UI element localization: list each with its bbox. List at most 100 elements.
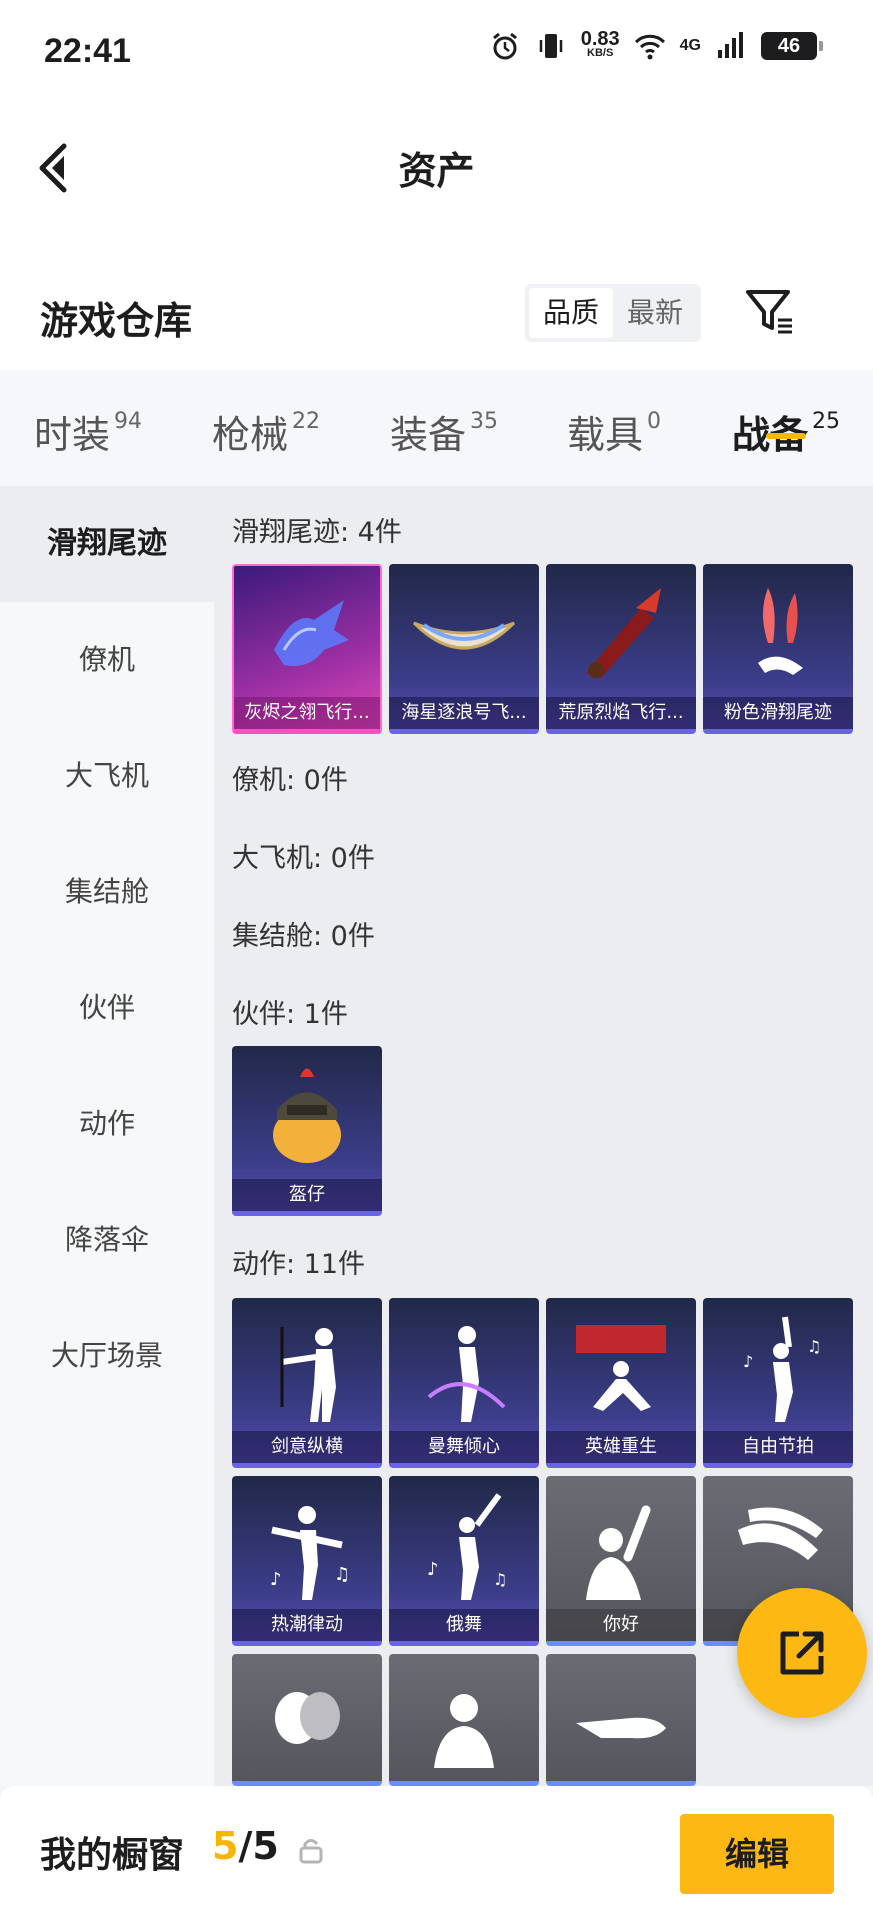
status-bar: 22:41 0.83 KB/S 4G 46 — [0, 0, 873, 100]
wifi-icon — [634, 34, 665, 60]
vibrate-icon — [539, 34, 562, 58]
tab-label: 装备 — [390, 413, 467, 457]
group-label-wingman: 僚机: 0件 — [232, 765, 348, 796]
glove-wings-icon — [274, 600, 349, 666]
group-label-pod: 集结舱: 0件 — [232, 921, 375, 952]
item-tile[interactable] — [232, 1654, 382, 1786]
sword-pose-icon — [280, 1327, 336, 1422]
sidebar-item-assembly-pod[interactable]: 集结舱 — [0, 834, 214, 950]
edit-button[interactable]: 编辑 — [680, 1814, 834, 1894]
clap-icon — [738, 1507, 823, 1560]
item-tile[interactable]: ♪ ♫ 热潮律动 — [232, 1476, 382, 1646]
svg-text:♫: ♫ — [493, 1570, 507, 1589]
item-name: 自由节拍 — [703, 1431, 853, 1463]
tab-label: 枪械 — [212, 413, 289, 457]
filter-icon[interactable] — [742, 284, 798, 340]
tab-label: 载具 — [567, 413, 644, 457]
item-tile[interactable]: 海星逐浪号飞... — [389, 564, 539, 734]
dance-pose-icon — [427, 1326, 506, 1422]
item-name: 灰烬之翎飞行... — [234, 697, 380, 729]
head-turn-icon — [275, 1692, 340, 1744]
share-button[interactable] — [737, 1588, 867, 1718]
tab-vehicles[interactable]: 载具 0 — [567, 370, 661, 459]
item-tile[interactable]: 曼舞倾心 — [389, 1298, 539, 1468]
group-label-plane: 大飞机: 0件 — [232, 843, 375, 874]
chick-helmet-icon — [273, 1068, 341, 1163]
item-tile[interactable]: 粉色滑翔尾迹 — [703, 564, 853, 734]
showcase-count: 5/5 — [212, 1824, 279, 1868]
item-tile[interactable]: 荒原烈焰飞行... — [546, 564, 696, 734]
group-label-partner: 伙伴: 1件 — [232, 999, 348, 1030]
lock-icon — [299, 1839, 323, 1864]
subcategory-sidebar: 滑翔尾迹 僚机 大飞机 集结舱 伙伴 动作 降落伞 大厅场景 — [0, 486, 214, 1786]
flame-rocket-icon — [586, 588, 661, 678]
network-speed: 0.83 KB/S — [581, 29, 620, 60]
svg-text:♪: ♪ — [743, 1352, 753, 1371]
status-time: 22:41 — [44, 32, 131, 70]
item-tile[interactable]: 英雄重生 — [546, 1298, 696, 1468]
item-tile[interactable]: 你好 — [546, 1476, 696, 1646]
network-type: 4G — [679, 37, 701, 54]
warehouse-header: 游戏仓库 品质 最新 — [0, 270, 873, 370]
active-tab-indicator — [766, 433, 806, 439]
tab-fashion[interactable]: 时装 94 — [34, 370, 142, 459]
item-tile[interactable]: 灰烬之翎飞行... — [232, 564, 382, 734]
showcase-bar: 我的橱窗 5/5 编辑 — [0, 1786, 873, 1920]
tab-equipment[interactable]: 装备 35 — [390, 370, 498, 459]
showcase-count-current: 5 — [212, 1824, 239, 1868]
status-icons: 0.83 KB/S 4G 46 — [489, 29, 823, 62]
section-title: 游戏仓库 — [40, 299, 193, 343]
item-name: 俄舞 — [389, 1609, 539, 1641]
sidebar-item-parachute[interactable]: 降落伞 — [0, 1182, 214, 1298]
item-name: 英雄重生 — [546, 1431, 696, 1463]
tab-count: 0 — [647, 409, 662, 434]
svg-text:♫: ♫ — [334, 1564, 350, 1585]
sort-quality[interactable]: 品质 — [529, 288, 614, 338]
tab-battle-prep[interactable]: 战备 25 — [732, 370, 840, 459]
tab-count: 35 — [470, 409, 499, 434]
item-tile[interactable] — [389, 1654, 539, 1786]
showcase-count-total: 5 — [252, 1824, 279, 1868]
battery-indicator: 46 — [761, 32, 823, 60]
sidebar-item-big-plane[interactable]: 大飞机 — [0, 718, 214, 834]
item-name: 粉色滑翔尾迹 — [703, 697, 853, 729]
pink-smoke-icon — [758, 588, 803, 675]
tab-count: 22 — [292, 409, 321, 434]
item-list: 滑翔尾迹: 4件 灰烬之翎飞行... 海星逐浪号飞... 荒原烈焰飞行... 粉… — [214, 486, 873, 1786]
sort-newest[interactable]: 最新 — [613, 288, 697, 338]
sidebar-item-lobby-scene[interactable]: 大厅场景 — [0, 1298, 214, 1414]
battery-level: 46 — [777, 34, 801, 57]
item-name: 海星逐浪号飞... — [389, 697, 539, 729]
tab-count: 94 — [114, 409, 143, 434]
showcase-count-separator: / — [238, 1824, 253, 1868]
category-tabs: 时装 94 枪械 22 装备 35 载具 0 战备 25 — [0, 370, 873, 486]
item-name: 剑意纵横 — [232, 1431, 382, 1463]
sidebar-item-partner[interactable]: 伙伴 — [0, 950, 214, 1066]
item-tile[interactable]: ♪ ♫ 俄舞 — [389, 1476, 539, 1646]
tab-count: 25 — [812, 409, 841, 434]
svg-text:♪: ♪ — [270, 1569, 282, 1590]
groove-pose-icon: ♪ ♫ — [270, 1506, 350, 1600]
sort-toggle: 品质 最新 — [525, 284, 702, 342]
item-name: 热潮律动 — [232, 1609, 382, 1641]
sidebar-item-wingman[interactable]: 僚机 — [0, 602, 214, 718]
item-name: 荒原烈焰飞行... — [546, 697, 696, 729]
svg-text:♫: ♫ — [807, 1337, 821, 1356]
item-tile[interactable]: ♪ ♫ 自由节拍 — [703, 1298, 853, 1468]
item-tile[interactable]: 盔仔 — [232, 1046, 382, 1216]
wave-hello-icon — [586, 1505, 651, 1600]
boat-icon — [412, 621, 516, 650]
item-name: 曼舞倾心 — [389, 1431, 539, 1463]
sidebar-item-emote[interactable]: 动作 — [0, 1066, 214, 1182]
shrug-icon — [434, 1694, 494, 1768]
item-tile[interactable] — [546, 1654, 696, 1786]
sidebar-item-glide-trail[interactable]: 滑翔尾迹 — [0, 486, 214, 602]
tab-guns[interactable]: 枪械 22 — [212, 370, 320, 459]
item-name: 盔仔 — [232, 1179, 382, 1211]
freestyle-pose-icon: ♪♫ — [743, 1316, 821, 1422]
hero-pose-icon — [576, 1325, 666, 1411]
alarm-icon — [492, 32, 517, 60]
group-label-glide: 滑翔尾迹: 4件 — [232, 517, 402, 548]
russian-dance-icon: ♪ ♫ — [427, 1493, 507, 1600]
item-tile[interactable]: 剑意纵横 — [232, 1298, 382, 1468]
